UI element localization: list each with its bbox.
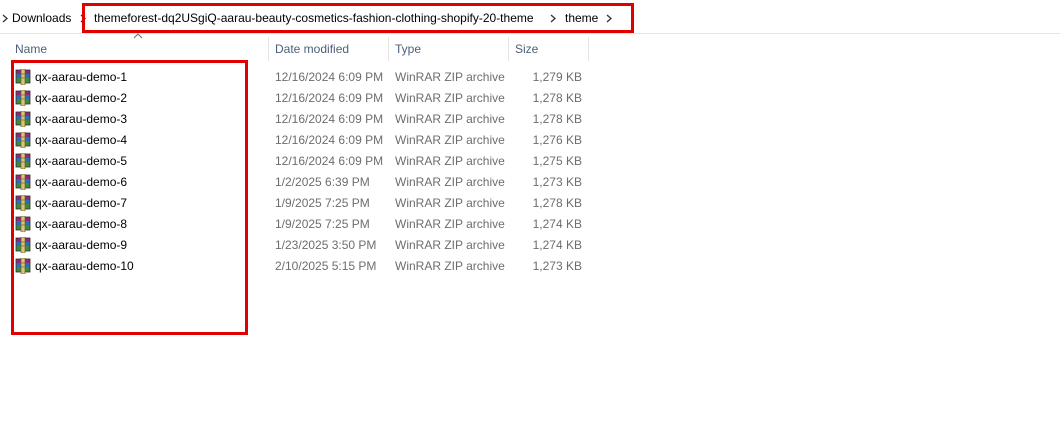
file-name: qx-aarau-demo-1 — [35, 70, 128, 84]
breadcrumb-item-downloads[interactable]: Downloads — [12, 10, 71, 26]
file-size: 1,274 KB — [532, 217, 582, 231]
file-size: 1,278 KB — [532, 196, 582, 210]
winrar-zip-archive-icon — [15, 69, 31, 85]
file-date-modified: 1/2/2025 6:39 PM — [275, 175, 370, 189]
file-name: qx-aarau-demo-7 — [35, 196, 128, 210]
chevron-right-icon[interactable] — [78, 10, 88, 26]
file-row[interactable]: qx-aarau-demo-3 12/16/2024 6:09 PM WinRA… — [12, 109, 592, 130]
breadcrumb-item-theme-folder[interactable]: themeforest-dq2USgiQ-aarau-beauty-cosmet… — [94, 10, 534, 26]
file-row[interactable]: qx-aarau-demo-9 1/23/2025 3:50 PM WinRAR… — [12, 235, 592, 256]
file-row[interactable]: qx-aarau-demo-10 2/10/2025 5:15 PM WinRA… — [12, 256, 592, 277]
file-size: 1,279 KB — [532, 70, 582, 84]
file-name: qx-aarau-demo-2 — [35, 91, 128, 105]
file-date-modified: 2/10/2025 5:15 PM — [275, 259, 377, 273]
file-row[interactable]: qx-aarau-demo-8 1/9/2025 7:25 PM WinRAR … — [12, 214, 592, 235]
file-row[interactable]: qx-aarau-demo-7 1/9/2025 7:25 PM WinRAR … — [12, 193, 592, 214]
file-date-modified: 12/16/2024 6:09 PM — [275, 133, 384, 147]
winrar-zip-archive-icon — [15, 216, 31, 232]
file-date-modified: 12/16/2024 6:09 PM — [275, 112, 384, 126]
file-size: 1,278 KB — [532, 112, 582, 126]
file-row[interactable]: qx-aarau-demo-2 12/16/2024 6:09 PM WinRA… — [12, 88, 592, 109]
file-row[interactable]: qx-aarau-demo-1 12/16/2024 6:09 PM WinRA… — [12, 67, 592, 88]
file-name: qx-aarau-demo-10 — [35, 259, 134, 273]
file-size: 1,278 KB — [532, 91, 582, 105]
file-name: qx-aarau-demo-8 — [35, 217, 128, 231]
file-date-modified: 1/23/2025 3:50 PM — [275, 238, 377, 252]
file-date-modified: 12/16/2024 6:09 PM — [275, 91, 384, 105]
file-date-modified: 12/16/2024 6:09 PM — [275, 154, 384, 168]
file-name: qx-aarau-demo-3 — [35, 112, 128, 126]
file-date-modified: 1/9/2025 7:25 PM — [275, 217, 370, 231]
chevron-right-icon[interactable] — [548, 10, 558, 26]
file-name: qx-aarau-demo-9 — [35, 238, 128, 252]
file-size: 1,276 KB — [532, 133, 582, 147]
column-header-name[interactable]: Name — [15, 37, 47, 61]
winrar-zip-archive-icon — [15, 132, 31, 148]
file-explorer-window: Downloads themeforest-dq2USgiQ-aarau-bea… — [0, 0, 1060, 435]
column-divider[interactable] — [588, 37, 589, 61]
file-size: 1,273 KB — [532, 175, 582, 189]
file-name: qx-aarau-demo-6 — [35, 175, 128, 189]
file-size: 1,273 KB — [532, 259, 582, 273]
column-header-date-modified[interactable]: Date modified — [275, 37, 349, 61]
winrar-zip-archive-icon — [15, 258, 31, 274]
address-bar[interactable]: Downloads themeforest-dq2USgiQ-aarau-bea… — [0, 0, 1060, 34]
column-divider[interactable] — [388, 37, 389, 61]
winrar-zip-archive-icon — [15, 237, 31, 253]
winrar-zip-archive-icon — [15, 153, 31, 169]
column-divider[interactable] — [508, 37, 509, 61]
column-header-type[interactable]: Type — [395, 37, 421, 61]
breadcrumb-item-theme[interactable]: theme — [565, 10, 598, 26]
winrar-zip-archive-icon — [15, 111, 31, 127]
file-row[interactable]: qx-aarau-demo-5 12/16/2024 6:09 PM WinRA… — [12, 151, 592, 172]
winrar-zip-archive-icon — [15, 90, 31, 106]
column-divider[interactable] — [268, 37, 269, 61]
file-size: 1,275 KB — [532, 154, 582, 168]
file-row[interactable]: qx-aarau-demo-6 1/2/2025 6:39 PM WinRAR … — [12, 172, 592, 193]
column-header-size[interactable]: Size — [515, 37, 538, 61]
file-date-modified: 1/9/2025 7:25 PM — [275, 196, 370, 210]
file-row[interactable]: qx-aarau-demo-4 12/16/2024 6:09 PM WinRA… — [12, 130, 592, 151]
file-name: qx-aarau-demo-4 — [35, 133, 128, 147]
chevron-right-icon[interactable] — [604, 10, 614, 26]
winrar-zip-archive-icon — [15, 174, 31, 190]
file-name: qx-aarau-demo-5 — [35, 154, 128, 168]
winrar-zip-archive-icon — [15, 195, 31, 211]
chevron-right-icon[interactable] — [0, 10, 10, 26]
file-date-modified: 12/16/2024 6:09 PM — [275, 70, 384, 84]
file-size: 1,274 KB — [532, 238, 582, 252]
sort-ascending-icon — [133, 33, 143, 39]
